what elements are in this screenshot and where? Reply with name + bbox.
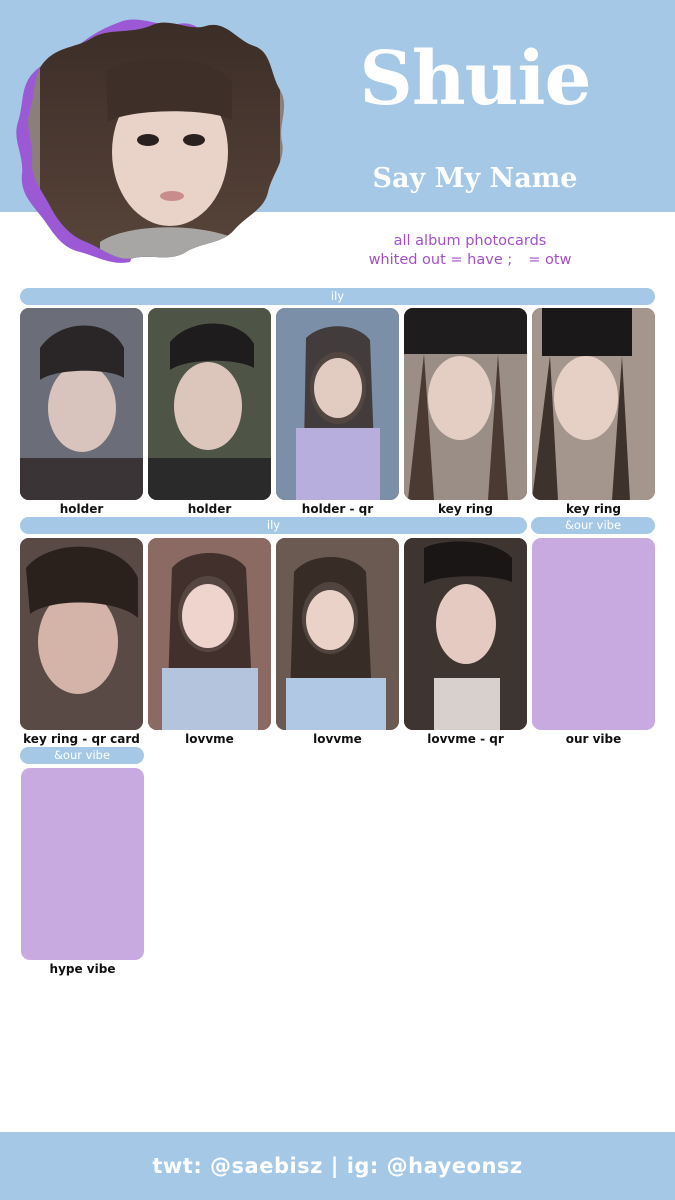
card-label: our vibe (565, 732, 622, 746)
caption-otw-text: = otw (528, 252, 572, 268)
photocard (20, 538, 143, 730)
card-label: key ring - qr card (23, 732, 140, 746)
album-subtitle: Say My Name (372, 163, 578, 194)
page-title: Shuie (359, 36, 591, 122)
card-label: holder (59, 502, 104, 516)
photocard-placeholder (21, 768, 144, 960)
section-bar-ily-2: ily (20, 517, 527, 534)
card-label: hype vibe (49, 962, 116, 976)
caption-have-text: whited out = have ; (368, 252, 513, 268)
social-handles: twt: @saebisz | ig: @hayeonsz (152, 1154, 523, 1178)
card-label: holder - qr (301, 502, 374, 516)
photocard (148, 538, 271, 730)
card-label: key ring (566, 502, 621, 516)
card-label: key ring (438, 502, 493, 516)
section-bar-our-vibe-2: &our vibe (20, 747, 144, 764)
photocard (404, 538, 527, 730)
photocard (404, 308, 527, 500)
section-bar-our-vibe-1: &our vibe (531, 517, 655, 534)
card-label: lovvme (313, 732, 362, 746)
photocard (532, 308, 655, 500)
photocard (276, 308, 399, 500)
footer-band: twt: @saebisz | ig: @hayeonsz (0, 1132, 675, 1200)
caption-line-2: whited out = have ; = otw (330, 251, 610, 270)
photocard (276, 538, 399, 730)
card-label: lovvme - qr (427, 732, 504, 746)
card-label: lovvme (185, 732, 234, 746)
photocard-placeholder (532, 538, 655, 730)
photocard (20, 308, 143, 500)
caption-line-1: all album photocards (393, 233, 547, 249)
legend-caption: all album photocards whited out = have ;… (330, 232, 610, 270)
card-label: holder (187, 502, 232, 516)
photocard (148, 308, 271, 500)
portrait-frame (16, 19, 285, 263)
section-bar-ily-1: ily (20, 288, 655, 305)
profile-portrait (10, 12, 290, 274)
